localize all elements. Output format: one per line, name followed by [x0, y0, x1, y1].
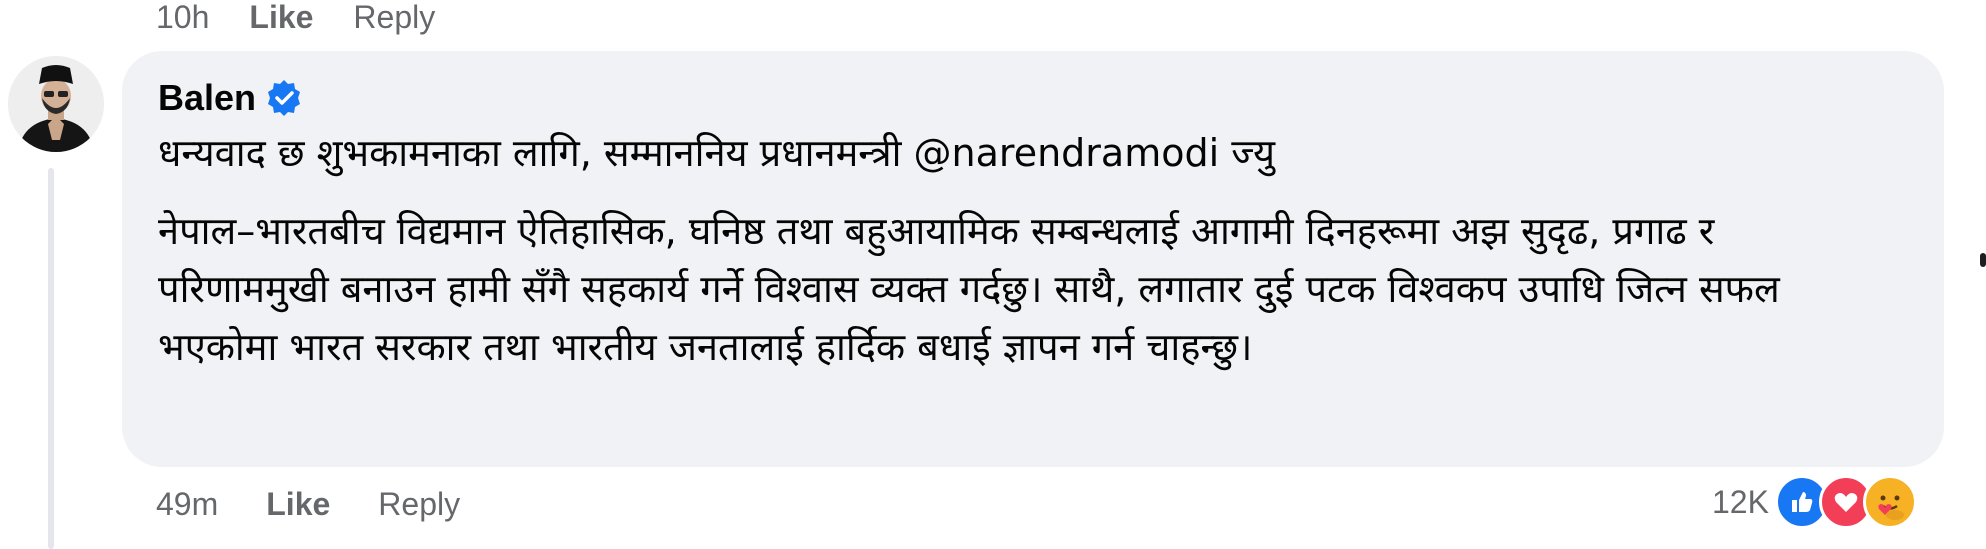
- previous-like-button[interactable]: Like: [249, 1, 313, 33]
- comment-body: धन्यवाद छ शुभकामनाका लागि, सम्माननिय प्र…: [158, 124, 1878, 376]
- like-button[interactable]: Like: [266, 486, 330, 523]
- scroll-edge-marker: [1980, 253, 1986, 267]
- avatar[interactable]: [8, 56, 104, 152]
- previous-comment-actions: 10h Like Reply: [156, 0, 435, 34]
- comment-author-row: Balen: [158, 78, 304, 118]
- comment-timestamp[interactable]: 49m: [156, 486, 218, 523]
- comment-paragraph-1: धन्यवाद छ शुभकामनाका लागि, सम्माननिय प्र…: [158, 131, 1276, 175]
- verified-badge-icon: [264, 78, 304, 118]
- previous-comment-timestamp[interactable]: 10h: [156, 1, 209, 33]
- comment-paragraph-2: नेपाल–भारतबीच विद्यमान ऐतिहासिक, घनिष्ठ …: [158, 209, 1780, 369]
- previous-reply-button[interactable]: Reply: [353, 1, 435, 33]
- reply-thread-line: [48, 168, 54, 549]
- care-icon: [1862, 475, 1917, 529]
- reaction-count[interactable]: 12K: [1712, 484, 1769, 521]
- comment-actions: 49m Like Reply: [156, 486, 460, 523]
- avatar-photo: [8, 56, 104, 152]
- reply-button[interactable]: Reply: [378, 486, 460, 523]
- comment-author-name[interactable]: Balen: [158, 78, 256, 118]
- reactions-summary[interactable]: 12K: [1712, 472, 1917, 532]
